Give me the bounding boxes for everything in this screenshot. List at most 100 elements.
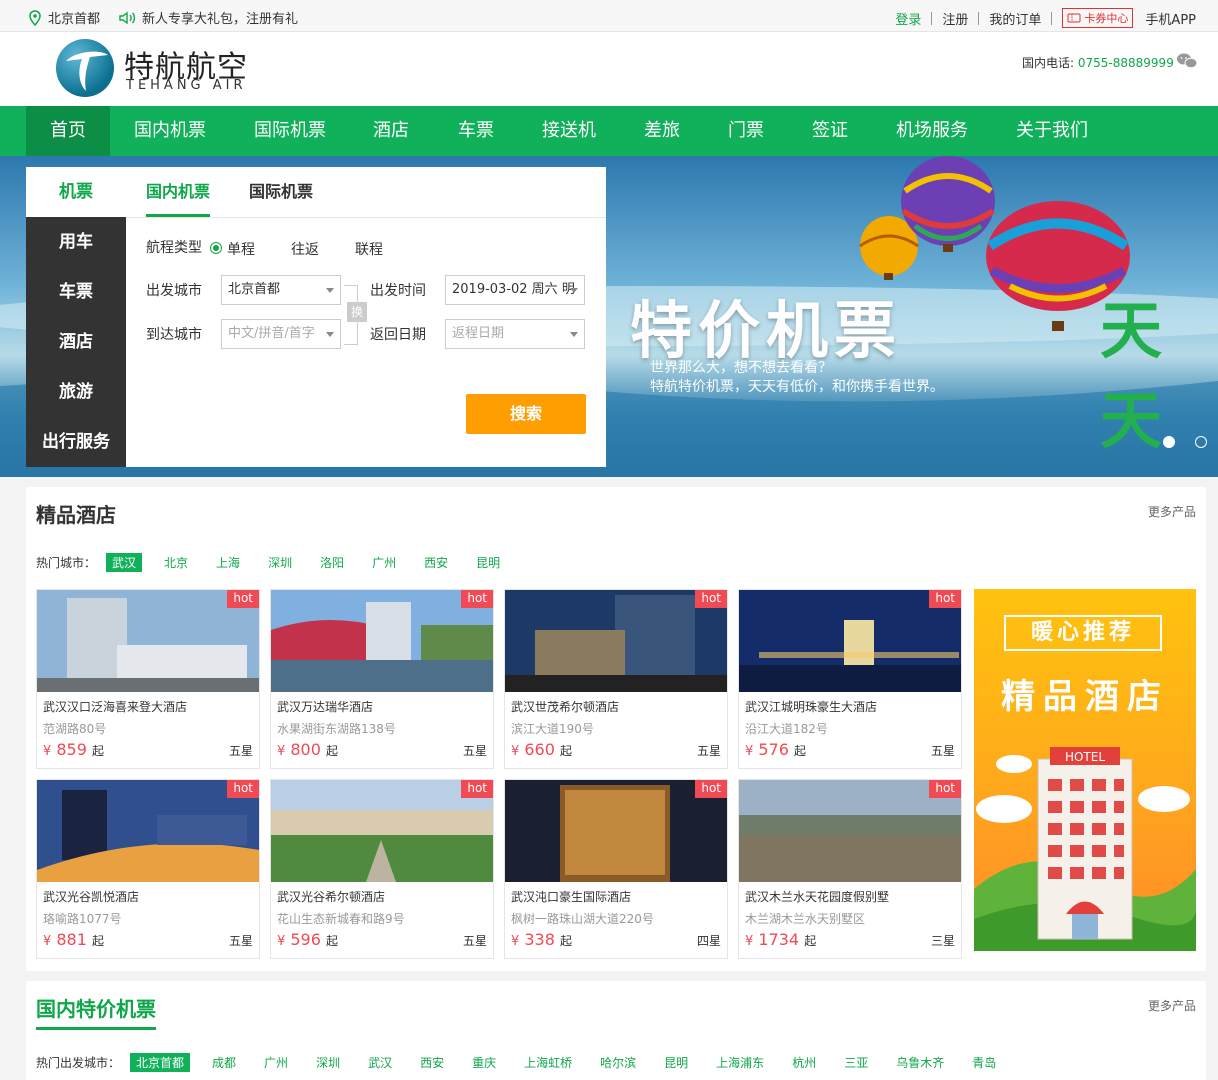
promo-text: 新人专享大礼包，注册有礼 (142, 12, 299, 27)
hotel-price: ¥ 800 起 (277, 740, 339, 759)
hotel-card[interactable]: hot 武汉光谷凯悦酒店 珞喻路1077号 ¥ 881 起 五星 (36, 779, 260, 959)
hotline: 国内电话: 0755-88889999 (1022, 54, 1174, 71)
hotel-card[interactable]: hot 武汉汉口泛海喜来登大酒店 范湖路80号 ¥ 859 起 五星 (36, 589, 260, 769)
hotel-city-wuhan[interactable]: 武汉 (106, 553, 143, 572)
to-city-input[interactable]: 中文/拼音/首字 (221, 319, 341, 349)
flight-city-shenzhen[interactable]: 深圳 (310, 1053, 346, 1072)
hotel-promo-banner[interactable]: 暖心推荐 精品酒店 HOTEL (974, 589, 1196, 951)
coupon-center-link[interactable]: 卡券中心 (1062, 8, 1134, 28)
from-city-value: 北京首都 (228, 282, 281, 297)
carousel-dot-active[interactable] (1163, 436, 1175, 448)
hotel-name: 武汉光谷希尔顿酒店 (277, 890, 386, 904)
hotel-star-rating: 五星 (462, 744, 487, 758)
flight-city-guangzhou[interactable]: 广州 (258, 1053, 294, 1072)
category-travel[interactable]: 旅游 (26, 367, 126, 417)
return-date-input[interactable]: 返程日期 (445, 319, 585, 349)
hotel-city-kunming[interactable]: 昆明 (470, 553, 506, 572)
logo-mark[interactable] (56, 39, 114, 97)
register-link[interactable]: 注册 (942, 9, 968, 28)
flight-city-shanghai-hongqiao[interactable]: 上海虹桥 (518, 1053, 578, 1072)
hotel-address: 水果湖街东湖路138号 (277, 722, 396, 736)
flights-more-link[interactable]: 更多产品 (1148, 997, 1196, 1014)
trip-type-multi-city[interactable]: 联程 (355, 239, 383, 259)
hotel-city-xian[interactable]: 西安 (418, 553, 454, 572)
wechat-icon[interactable] (1176, 52, 1198, 70)
hotels-more-link[interactable]: 更多产品 (1148, 503, 1196, 520)
depart-date-value: 2019-03-02 周六 明 (452, 282, 575, 297)
location-selector[interactable]: 北京首都 (28, 8, 100, 27)
trip-type-round-trip[interactable]: 往返 (291, 239, 319, 259)
carousel-dot[interactable] (1195, 436, 1207, 448)
flight-city-xian[interactable]: 西安 (414, 1053, 450, 1072)
coupon-label: 卡券中心 (1084, 12, 1129, 25)
location-pin-icon (29, 9, 41, 26)
radio-one-way[interactable] (210, 242, 222, 254)
hotel-price: ¥ 881 起 (43, 930, 105, 949)
trip-type-one-way[interactable]: 单程 (227, 239, 255, 259)
my-orders-link[interactable]: 我的订单 (989, 9, 1041, 28)
hotel-city-guangzhou[interactable]: 广州 (366, 553, 402, 572)
nav-business-travel[interactable]: 差旅 (634, 106, 690, 156)
flight-city-shanghai-pudong[interactable]: 上海浦东 (710, 1053, 770, 1072)
hotel-city-shenzhen[interactable]: 深圳 (262, 553, 298, 572)
mobile-app-link[interactable]: 手机APP (1145, 9, 1196, 28)
flight-city-wuhan[interactable]: 武汉 (362, 1053, 398, 1072)
category-car[interactable]: 用车 (26, 217, 126, 267)
site-header: 特航航空 TEHANG AIR 国内电话: 0755-88889999 (0, 32, 1218, 106)
hotel-card[interactable]: hot 武汉江城明珠豪生大酒店 沿江大道182号 ¥ 576 起 五星 (738, 589, 962, 769)
category-tickets[interactable]: 车票 (26, 267, 126, 317)
hotel-city-luoyang[interactable]: 洛阳 (314, 553, 350, 572)
tab-international[interactable]: 国际机票 (249, 167, 313, 217)
flight-city-qingdao[interactable]: 青岛 (966, 1053, 1002, 1072)
trip-type-label: 航程类型 (146, 240, 202, 256)
category-hotel[interactable]: 酒店 (26, 317, 126, 367)
nav-domestic-flights[interactable]: 国内机票 (124, 106, 216, 156)
ticket-icon (1067, 13, 1081, 23)
nav-about-us[interactable]: 关于我们 (1006, 106, 1098, 156)
flight-city-kunming[interactable]: 昆明 (658, 1053, 694, 1072)
hotel-card[interactable]: hot 武汉沌口豪生国际酒店 枫树一路珠山湖大道220号 ¥ 338 起 四星 (504, 779, 728, 959)
nav-hotels[interactable]: 酒店 (362, 106, 420, 156)
banner-title-continued: 天天 (1100, 294, 1163, 457)
nav-home[interactable]: 首页 (26, 106, 110, 156)
hot-badge: hot (695, 590, 727, 608)
flight-city-chengdu[interactable]: 成都 (206, 1053, 242, 1072)
hotel-city-beijing[interactable]: 北京 (158, 553, 194, 572)
flight-city-chongqing[interactable]: 重庆 (466, 1053, 502, 1072)
nav-visa[interactable]: 签证 (802, 106, 858, 156)
category-travel-services[interactable]: 出行服务 (26, 417, 126, 467)
swap-cities-button[interactable]: 换 (347, 302, 367, 322)
hotel-name: 武汉江城明珠豪生大酒店 (745, 700, 878, 714)
hotel-address: 珞喻路1077号 (43, 912, 122, 926)
from-city-input[interactable]: 北京首都 (221, 275, 341, 305)
depart-date-input[interactable]: 2019-03-02 周六 明 (445, 275, 585, 305)
nav-attractions[interactable]: 门票 (718, 106, 774, 156)
category-flights[interactable]: 机票 (26, 167, 126, 217)
hotel-name: 武汉世茂希尔顿酒店 (511, 700, 620, 714)
hotel-card[interactable]: hot 武汉世茂希尔顿酒店 滨江大道190号 ¥ 660 起 五星 (504, 589, 728, 769)
nav-tickets[interactable]: 车票 (448, 106, 504, 156)
tab-domestic[interactable]: 国内机票 (146, 167, 210, 217)
flight-city-hangzhou[interactable]: 杭州 (786, 1053, 822, 1072)
flight-city-harbin[interactable]: 哈尔滨 (594, 1053, 642, 1072)
nav-airport-services[interactable]: 机场服务 (886, 106, 978, 156)
promo-link[interactable]: 新人专享大礼包，注册有礼 (118, 8, 298, 27)
nav-international-flights[interactable]: 国际机票 (244, 106, 336, 156)
nav-airport-transfer[interactable]: 接送机 (532, 106, 606, 156)
flight-city-beijing-capital[interactable]: 北京首都 (130, 1053, 191, 1072)
hotel-city-filter: 热门城市： 武汉 北京 上海 深圳 洛阳 广州 西安 昆明 (36, 553, 522, 572)
flights-title-underline (36, 1027, 156, 1030)
hotel-card[interactable]: hot 武汉光谷希尔顿酒店 花山生态新城春和路9号 ¥ 596 起 五星 (270, 779, 494, 959)
flight-city-urumqi[interactable]: 乌鲁木齐 (890, 1053, 950, 1072)
hotel-city-shanghai[interactable]: 上海 (210, 553, 246, 572)
hot-badge: hot (227, 590, 259, 608)
hotel-price: ¥ 596 起 (277, 930, 339, 949)
hotel-card[interactable]: hot 武汉木兰水天花园度假别墅 木兰湖木兰水天别墅区 ¥ 1734 起 三星 (738, 779, 962, 959)
hotel-name: 武汉木兰水天花园度假别墅 (745, 890, 890, 904)
login-link[interactable]: 登录 (895, 9, 921, 28)
flight-city-sanya[interactable]: 三亚 (838, 1053, 874, 1072)
search-button[interactable]: 搜索 (466, 394, 586, 434)
hotel-address: 枫树一路珠山湖大道220号 (511, 912, 654, 926)
hotel-card[interactable]: hot 武汉万达瑞华酒店 水果湖街东湖路138号 ¥ 800 起 五星 (270, 589, 494, 769)
hotel-photo (37, 780, 259, 882)
